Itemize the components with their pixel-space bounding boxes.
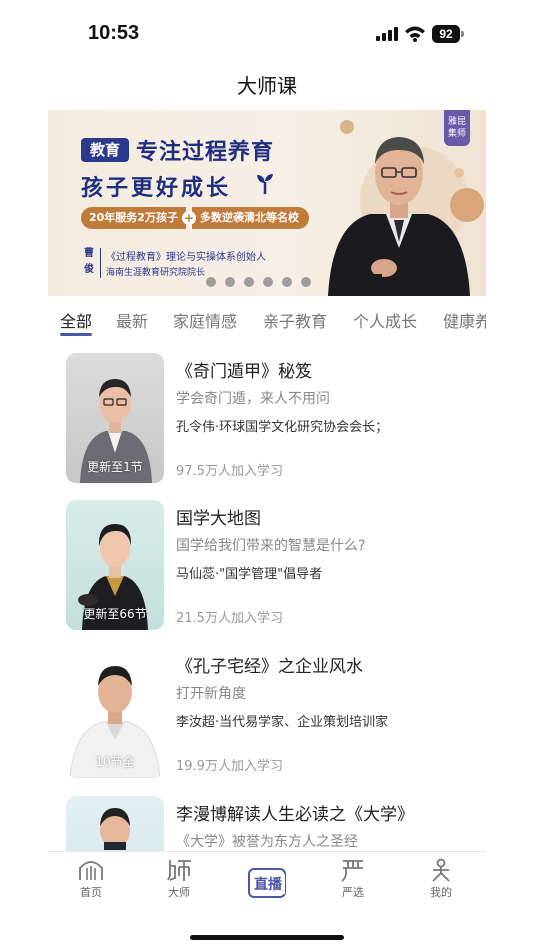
master-icon bbox=[167, 860, 191, 881]
learner-count: 97.5万人加入学习 bbox=[176, 464, 283, 479]
course-title: 国学大地图 bbox=[176, 509, 261, 529]
tab-family-emotion[interactable]: 家庭情感 bbox=[173, 308, 237, 332]
banner-divider bbox=[100, 248, 101, 278]
learner-count: 19.9万人加入学习 bbox=[176, 759, 283, 774]
wifi-icon bbox=[405, 26, 425, 42]
course-title: 《奇门遁甲》秘笈 bbox=[176, 362, 312, 382]
course-author: 马仙蕊·"国学管理"倡导者 bbox=[176, 567, 323, 582]
nav-mine[interactable]: 我的 bbox=[411, 858, 471, 900]
tab-latest[interactable]: 最新 bbox=[116, 308, 148, 332]
battery-level: 92 bbox=[432, 25, 460, 43]
course-subtitle: 《大学》被誉为东方人之圣经 bbox=[176, 834, 358, 850]
instructor-photo bbox=[100, 808, 130, 850]
bottom-navigation: 首页 大师 直播 严选 我的 bbox=[48, 851, 486, 913]
home-icon bbox=[79, 861, 103, 880]
profile-icon bbox=[432, 858, 450, 882]
battery-icon: 92 bbox=[432, 25, 464, 43]
status-time: 10:53 bbox=[88, 22, 140, 44]
nav-mine-label: 我的 bbox=[430, 886, 452, 899]
tab-personal-growth[interactable]: 个人成长 bbox=[353, 308, 417, 332]
course-title: 李漫博解读人生必读之《大学》 bbox=[176, 805, 414, 825]
course-thumbnail bbox=[66, 796, 164, 852]
sprout-icon bbox=[257, 174, 273, 194]
course-item[interactable]: 10节全 《孔子宅经》之企业风水 打开新角度 李汝超·当代易学家、企业策划培训家… bbox=[66, 648, 486, 778]
page-title: 大师课 bbox=[237, 74, 297, 98]
nav-home[interactable]: 首页 bbox=[61, 858, 121, 900]
carousel-indicator[interactable] bbox=[206, 277, 311, 287]
update-status: 更新至66节 bbox=[83, 607, 147, 621]
nav-live[interactable]: 直播 bbox=[248, 864, 286, 900]
banner-subheadline: 孩子更好成长 bbox=[81, 176, 232, 201]
nav-home-label: 首页 bbox=[80, 886, 102, 899]
course-thumbnail: 更新至66节 bbox=[66, 500, 164, 630]
course-thumbnail: 10节全 bbox=[66, 648, 164, 778]
home-indicator bbox=[190, 935, 344, 940]
category-tabs: 全部 最新 家庭情感 亲子教育 个人成长 健康养 bbox=[60, 308, 486, 340]
update-status: 10节全 bbox=[95, 755, 135, 769]
tab-health[interactable]: 健康养 bbox=[443, 308, 486, 332]
tab-parenting[interactable]: 亲子教育 bbox=[263, 308, 327, 332]
banner-person-role: 《过程教育》理论与实操体系创始人 bbox=[106, 252, 266, 263]
select-icon bbox=[341, 860, 363, 882]
course-item[interactable]: 更新至1节 《奇门遁甲》秘笈 学会奇门遁，来人不用问 孔令伟·环球国学文化研究协… bbox=[66, 353, 486, 483]
promo-banner[interactable]: 教育 专注过程养育 孩子更好成长 20年服务2万孩子 + 多数逆袭清北等名校 曹… bbox=[48, 110, 486, 296]
course-author: 孔令伟·环球国学文化研究协会会长； bbox=[176, 420, 389, 435]
banner-highlight-pill: 20年服务2万孩子 + 多数逆袭清北等名校 bbox=[81, 207, 309, 229]
active-tab-indicator bbox=[60, 333, 92, 336]
course-subtitle: 打开新角度 bbox=[176, 686, 246, 702]
course-item[interactable]: 更新至66节 国学大地图 国学给我们带来的智慧是什么? 马仙蕊·"国学管理"倡导… bbox=[66, 500, 486, 630]
course-title: 《孔子宅经》之企业风水 bbox=[176, 657, 363, 677]
banner-brand-badge: 雅昆集师 bbox=[444, 110, 470, 146]
nav-live-label: 直播 bbox=[251, 874, 285, 894]
course-subtitle: 学会奇门遁，来人不用问 bbox=[176, 391, 330, 407]
cellular-signal-icon bbox=[376, 27, 398, 41]
learner-count: 21.5万人加入学习 bbox=[176, 611, 283, 626]
nav-master-label: 大师 bbox=[168, 886, 190, 899]
course-item[interactable]: 李漫博解读人生必读之《大学》 《大学》被誉为东方人之圣经 bbox=[66, 796, 486, 852]
banner-person-name: 曹俊 bbox=[84, 248, 94, 275]
banner-headline: 专注过程养育 bbox=[136, 140, 275, 165]
course-subtitle: 国学给我们带来的智慧是什么? bbox=[176, 538, 366, 554]
nav-master[interactable]: 大师 bbox=[149, 858, 209, 900]
plus-icon: + bbox=[181, 211, 196, 225]
banner-tag: 教育 bbox=[81, 138, 129, 162]
pill-left-text: 20年服务2万孩子 bbox=[81, 207, 186, 229]
update-status: 更新至1节 bbox=[87, 460, 143, 474]
pill-right-text: 多数逆袭清北等名校 bbox=[191, 207, 309, 229]
nav-select-label: 严选 bbox=[342, 886, 364, 899]
nav-select[interactable]: 严选 bbox=[323, 858, 383, 900]
course-thumbnail: 更新至1节 bbox=[66, 353, 164, 483]
status-bar: 10:53 92 bbox=[0, 0, 534, 66]
course-author: 李汝超·当代易学家、企业策划培训家 bbox=[176, 715, 389, 730]
tab-all[interactable]: 全部 bbox=[60, 308, 92, 332]
banner-person-org: 海南生涯教育研究院院长 bbox=[106, 268, 206, 278]
